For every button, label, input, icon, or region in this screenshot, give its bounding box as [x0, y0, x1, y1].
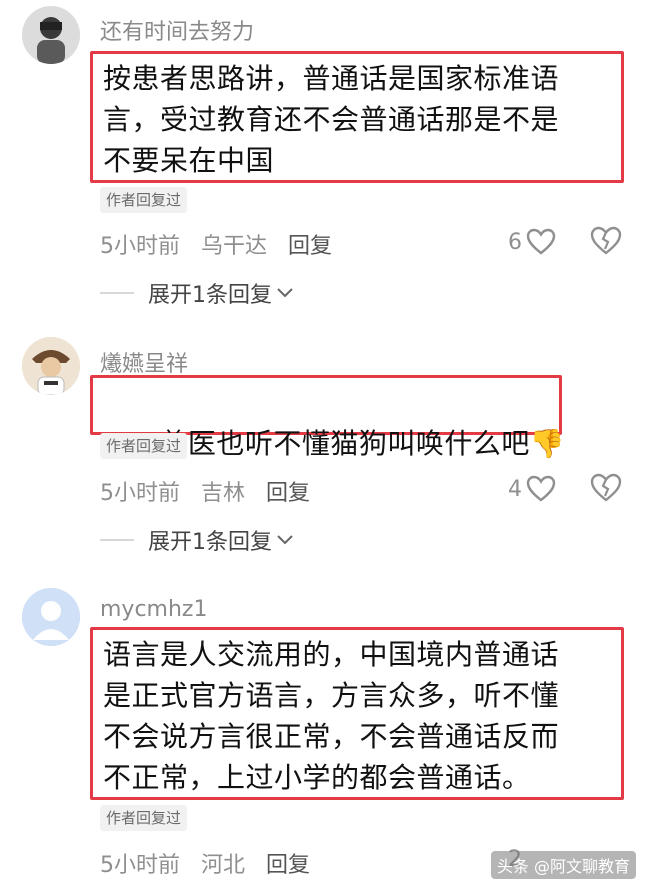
comment-meta: 5小时前 乌干达 回复: [100, 228, 346, 260]
author-replied-badge: 作者回复过: [100, 805, 188, 831]
comment-highlight-box: 按患者思路讲，普通话是国家标准语 言，受过教育还不会普通话那是不是 不要呆在中国: [90, 51, 624, 183]
avatar-person-icon: [22, 588, 80, 646]
comment-text: 按患者思路讲，普通话是国家标准语 言，受过教育还不会普通话那是不是 不要呆在中国: [103, 62, 560, 177]
like-button[interactable]: 4: [508, 475, 556, 503]
reply-button[interactable]: 回复: [266, 481, 310, 506]
like-button[interactable]: 6: [508, 228, 556, 256]
comment-location: 乌干达: [201, 234, 268, 259]
expand-replies-button[interactable]: 展开1条回复: [100, 524, 294, 556]
thumbs-down-emoji: 👎: [529, 427, 566, 460]
comment-meta: 5小时前 吉林 回复: [100, 475, 324, 507]
like-count: 6: [508, 229, 522, 255]
expand-replies-label: 展开1条回复: [148, 283, 272, 308]
dislike-button[interactable]: [590, 226, 622, 260]
comment-text-body: 兽医也听不懂猫狗叫唤什么吧: [159, 427, 530, 460]
comment-time: 5小时前: [100, 234, 180, 259]
watermark: 头条 @阿文聊教育: [490, 851, 636, 879]
comment-location: 吉林: [201, 481, 246, 506]
username[interactable]: 还有时间去努力: [100, 14, 254, 46]
broken-heart-icon: [590, 473, 622, 502]
chevron-down-icon: [277, 288, 293, 298]
heart-icon: [526, 228, 556, 255]
divider-line: [100, 292, 134, 294]
comment-time: 5小时前: [100, 481, 180, 506]
divider-line: [100, 539, 134, 541]
comment-highlight-box: 兽医也听不懂猫狗叫唤什么吧👎: [90, 375, 565, 460]
author-replied-badge: 作者回复过: [100, 433, 188, 459]
avatar[interactable]: [22, 588, 80, 646]
comment-text: 语言是人交流用的，中国境内普通话 是正式官方语言，方言众多，听不懂 不会说方言很…: [103, 638, 560, 794]
author-replied-badge: 作者回复过: [100, 187, 188, 213]
comment-location: 河北: [201, 853, 246, 878]
expand-replies-button[interactable]: 展开1条回复: [100, 277, 294, 309]
chevron-down-icon: [277, 535, 293, 545]
comment-highlight-box: 语言是人交流用的，中国境内普通话 是正式官方语言，方言众多，听不懂 不会说方言很…: [90, 627, 624, 800]
comment-time: 5小时前: [100, 853, 180, 878]
username[interactable]: mycmhz1: [100, 597, 207, 622]
avatar[interactable]: [22, 6, 80, 64]
broken-heart-icon: [590, 226, 622, 255]
expand-replies-label: 展开1条回复: [148, 530, 272, 555]
heart-icon: [526, 475, 556, 502]
reply-button[interactable]: 回复: [266, 853, 310, 878]
reply-button[interactable]: 回复: [288, 234, 332, 259]
avatar-person-icon: [22, 337, 80, 395]
avatar-person-icon: [22, 6, 80, 64]
dislike-button[interactable]: [590, 473, 622, 507]
username[interactable]: 爔嬿呈祥: [100, 346, 188, 378]
like-count: 4: [508, 476, 522, 502]
comment-meta: 5小时前 河北 回复: [100, 847, 324, 879]
avatar[interactable]: [22, 337, 80, 395]
